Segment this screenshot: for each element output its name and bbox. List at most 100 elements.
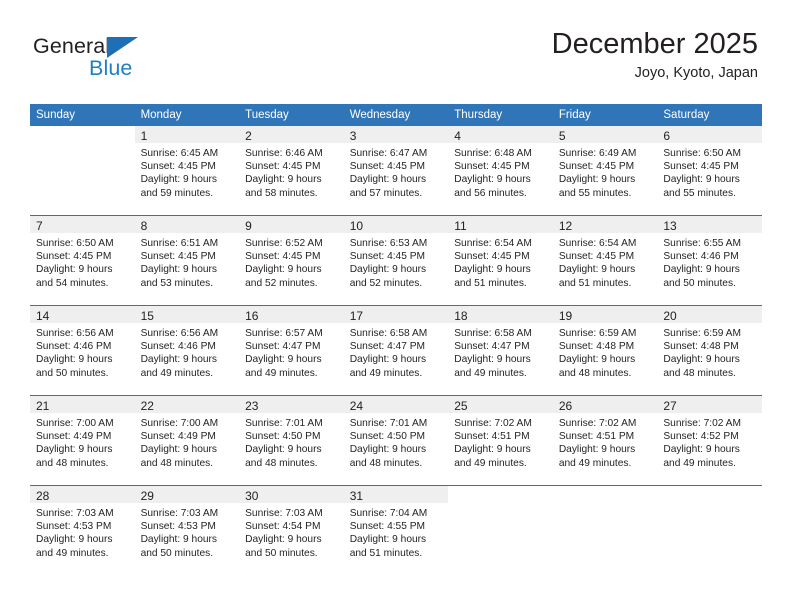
daylight-text-line2: and 48 minutes. — [558, 367, 632, 379]
day-number: 9 — [245, 219, 252, 233]
calendar-cell-empty — [30, 125, 135, 215]
calendar-day-cell[interactable]: 15 Sunrise: 6:56 AM Sunset: 4:46 PM Dayligh… — [134, 305, 240, 395]
day-number: 4 — [454, 129, 461, 143]
calendar-day-cell[interactable]: 25 Sunrise: 7:02 AM Sunset: 4:51 PM Dayligh… — [448, 395, 553, 485]
calendar-day-cell[interactable]: 20 Sunrise: 6:59 AM Sunset: 4:48 PM Dayligh… — [657, 305, 762, 395]
day-number-band: 1 — [134, 126, 240, 143]
sunrise-text: Sunrise: 7:02 AM — [454, 418, 532, 429]
calendar-day-cell[interactable]: 3 Sunrise: 6:47 AM Sunset: 4:45 PM Daylight… — [343, 125, 449, 215]
calendar-day-cell[interactable]: 2 Sunrise: 6:46 AM Sunset: 4:45 PM Daylight… — [239, 125, 344, 215]
day-number: 7 — [36, 219, 43, 233]
calendar-day-cell[interactable]: 29 Sunrise: 7:03 AM Sunset: 4:53 PM Dayligh… — [134, 485, 240, 575]
sunset-text: Sunset: 4:45 PM — [558, 161, 635, 173]
daylight-text-line1: Daylight: 9 hours — [140, 534, 218, 546]
calendar-day-cell[interactable]: 9 Sunrise: 6:52 AM Sunset: 4:45 PM Daylight… — [239, 215, 344, 305]
day-number-band: 11 — [448, 216, 553, 233]
sunrise-text: Sunrise: 6:59 AM — [663, 328, 741, 339]
brand-name-blue: Blue — [89, 56, 133, 80]
sunset-text: Sunset: 4:45 PM — [140, 161, 216, 173]
day-number: 13 — [663, 219, 677, 233]
sunset-text: Sunset: 4:49 PM — [140, 431, 216, 443]
daylight-text-line2: and 48 minutes. — [349, 457, 423, 469]
day-number-band: 9 — [239, 216, 344, 233]
sunrise-text: Sunrise: 6:51 AM — [140, 238, 219, 249]
day-number: 25 — [454, 399, 468, 413]
sunrise-text: Sunrise: 6:56 AM — [36, 328, 114, 339]
brand-logo: General Blue — [33, 35, 263, 88]
daylight-text-line2: and 48 minutes. — [663, 367, 736, 379]
daylight-text-line2: and 48 minutes. — [140, 457, 214, 469]
sunrise-text: Sunrise: 7:00 AM — [140, 418, 219, 429]
daylight-text-line1: Daylight: 9 hours — [558, 444, 636, 456]
sunset-text: Sunset: 4:45 PM — [454, 251, 530, 263]
day-number-band: 5 — [552, 126, 658, 143]
sunset-text: Sunset: 4:48 PM — [558, 341, 635, 353]
sunset-text: Sunset: 4:50 PM — [349, 431, 426, 443]
calendar-day-cell[interactable]: 16 Sunrise: 6:57 AM Sunset: 4:47 PM Dayligh… — [239, 305, 344, 395]
daylight-text-line1: Daylight: 9 hours — [558, 264, 636, 276]
calendar-day-cell[interactable]: 31 Sunrise: 7:04 AM Sunset: 4:55 PM Dayligh… — [343, 485, 449, 575]
calendar-day-cell[interactable]: 17 Sunrise: 6:58 AM Sunset: 4:47 PM Dayligh… — [343, 305, 449, 395]
calendar-day-cell[interactable]: 22 Sunrise: 7:00 AM Sunset: 4:49 PM Dayligh… — [134, 395, 240, 485]
calendar-day-cell[interactable]: 30 Sunrise: 7:03 AM Sunset: 4:54 PM Dayligh… — [239, 485, 344, 575]
day-number: 21 — [36, 399, 50, 413]
daylight-text-line1: Daylight: 9 hours — [454, 444, 531, 456]
calendar-week-row: 28 Sunrise: 7:03 AM Sunset: 4:53 PM Dayligh… — [30, 485, 762, 575]
sunrise-text: Sunrise: 7:03 AM — [36, 508, 114, 519]
day-details: Sunrise: 6:48 AM Sunset: 4:45 PM Daylight:… — [448, 143, 553, 200]
sunrise-text: Sunrise: 6:53 AM — [349, 238, 428, 249]
day-number-band: 24 — [343, 396, 449, 413]
sunrise-text: Sunrise: 6:58 AM — [349, 328, 428, 339]
day-number: 20 — [663, 309, 677, 323]
calendar-day-cell[interactable]: 6 Sunrise: 6:50 AM Sunset: 4:45 PM Daylight… — [657, 125, 762, 215]
calendar-day-cell[interactable]: 1 Sunrise: 6:45 AM Sunset: 4:45 PM Daylight… — [134, 125, 240, 215]
sunrise-text: Sunrise: 6:48 AM — [454, 148, 532, 159]
calendar-day-cell[interactable]: 23 Sunrise: 7:01 AM Sunset: 4:50 PM Dayligh… — [239, 395, 344, 485]
calendar-day-cell[interactable]: 28 Sunrise: 7:03 AM Sunset: 4:53 PM Dayligh… — [30, 485, 135, 575]
day-number: 27 — [663, 399, 677, 413]
daylight-text-line2: and 49 minutes. — [349, 367, 423, 379]
sunrise-text: Sunrise: 6:54 AM — [454, 238, 532, 249]
calendar-day-cell[interactable]: 19 Sunrise: 6:59 AM Sunset: 4:48 PM Dayligh… — [552, 305, 658, 395]
calendar-day-cell[interactable]: 4 Sunrise: 6:48 AM Sunset: 4:45 PM Daylight… — [448, 125, 553, 215]
calendar-day-cell[interactable]: 5 Sunrise: 6:49 AM Sunset: 4:45 PM Daylight… — [552, 125, 658, 215]
calendar-day-cell[interactable]: 7 Sunrise: 6:50 AM Sunset: 4:45 PM Daylight… — [30, 215, 135, 305]
daylight-text-line1: Daylight: 9 hours — [245, 264, 322, 276]
calendar-day-cell[interactable]: 11 Sunrise: 6:54 AM Sunset: 4:45 PM Dayligh… — [448, 215, 553, 305]
calendar-day-cell[interactable]: 18 Sunrise: 6:58 AM Sunset: 4:47 PM Dayligh… — [448, 305, 553, 395]
day-details: Sunrise: 6:51 AM Sunset: 4:45 PM Daylight:… — [135, 233, 240, 290]
calendar-day-cell[interactable]: 10 Sunrise: 6:53 AM Sunset: 4:45 PM Dayligh… — [343, 215, 449, 305]
day-details: Sunrise: 6:46 AM Sunset: 4:45 PM Daylight:… — [239, 143, 344, 200]
daylight-text-line2: and 54 minutes. — [36, 277, 109, 289]
daylight-text-line1: Daylight: 9 hours — [140, 354, 218, 366]
day-number: 28 — [36, 489, 50, 503]
calendar-day-cell[interactable]: 21 Sunrise: 7:00 AM Sunset: 4:49 PM Dayligh… — [30, 395, 135, 485]
calendar-day-cell[interactable]: 26 Sunrise: 7:02 AM Sunset: 4:51 PM Dayligh… — [552, 395, 658, 485]
calendar-day-cell[interactable]: 24 Sunrise: 7:01 AM Sunset: 4:50 PM Dayligh… — [343, 395, 449, 485]
calendar-day-cell[interactable]: 27 Sunrise: 7:02 AM Sunset: 4:52 PM Dayligh… — [657, 395, 762, 485]
day-details: Sunrise: 7:03 AM Sunset: 4:54 PM Daylight:… — [239, 503, 344, 560]
daylight-text-line2: and 48 minutes. — [36, 457, 109, 469]
sunrise-text: Sunrise: 7:04 AM — [349, 508, 428, 519]
sunrise-text: Sunrise: 6:54 AM — [558, 238, 637, 249]
calendar-day-cell[interactable]: 12 Sunrise: 6:54 AM Sunset: 4:45 PM Dayligh… — [552, 215, 658, 305]
sunrise-text: Sunrise: 6:50 AM — [663, 148, 741, 159]
day-details: Sunrise: 7:03 AM Sunset: 4:53 PM Daylight:… — [30, 503, 135, 560]
daylight-text-line2: and 51 minutes. — [558, 277, 632, 289]
calendar-day-cell[interactable]: 8 Sunrise: 6:51 AM Sunset: 4:45 PM Daylight… — [134, 215, 240, 305]
day-number-band: 21 — [30, 396, 135, 413]
calendar-day-cell[interactable]: 13 Sunrise: 6:55 AM Sunset: 4:46 PM Dayligh… — [657, 215, 762, 305]
day-details: Sunrise: 6:57 AM Sunset: 4:47 PM Daylight:… — [239, 323, 344, 380]
calendar-day-cell[interactable]: 14 Sunrise: 6:56 AM Sunset: 4:46 PM Dayligh… — [30, 305, 135, 395]
day-number: 1 — [140, 129, 148, 143]
day-details: Sunrise: 6:49 AM Sunset: 4:45 PM Daylight:… — [553, 143, 658, 200]
day-number-band: 25 — [448, 396, 553, 413]
daylight-text-line2: and 51 minutes. — [349, 547, 423, 559]
day-number: 22 — [140, 399, 154, 413]
daylight-text-line2: and 49 minutes. — [558, 457, 632, 469]
day-details: Sunrise: 6:53 AM Sunset: 4:45 PM Daylight:… — [344, 233, 449, 290]
day-details: Sunrise: 6:50 AM Sunset: 4:45 PM Daylight:… — [30, 233, 135, 290]
sunset-text: Sunset: 4:48 PM — [663, 341, 739, 353]
daylight-text-line1: Daylight: 9 hours — [245, 534, 322, 546]
day-details: Sunrise: 6:50 AM Sunset: 4:45 PM Daylight:… — [657, 143, 762, 200]
